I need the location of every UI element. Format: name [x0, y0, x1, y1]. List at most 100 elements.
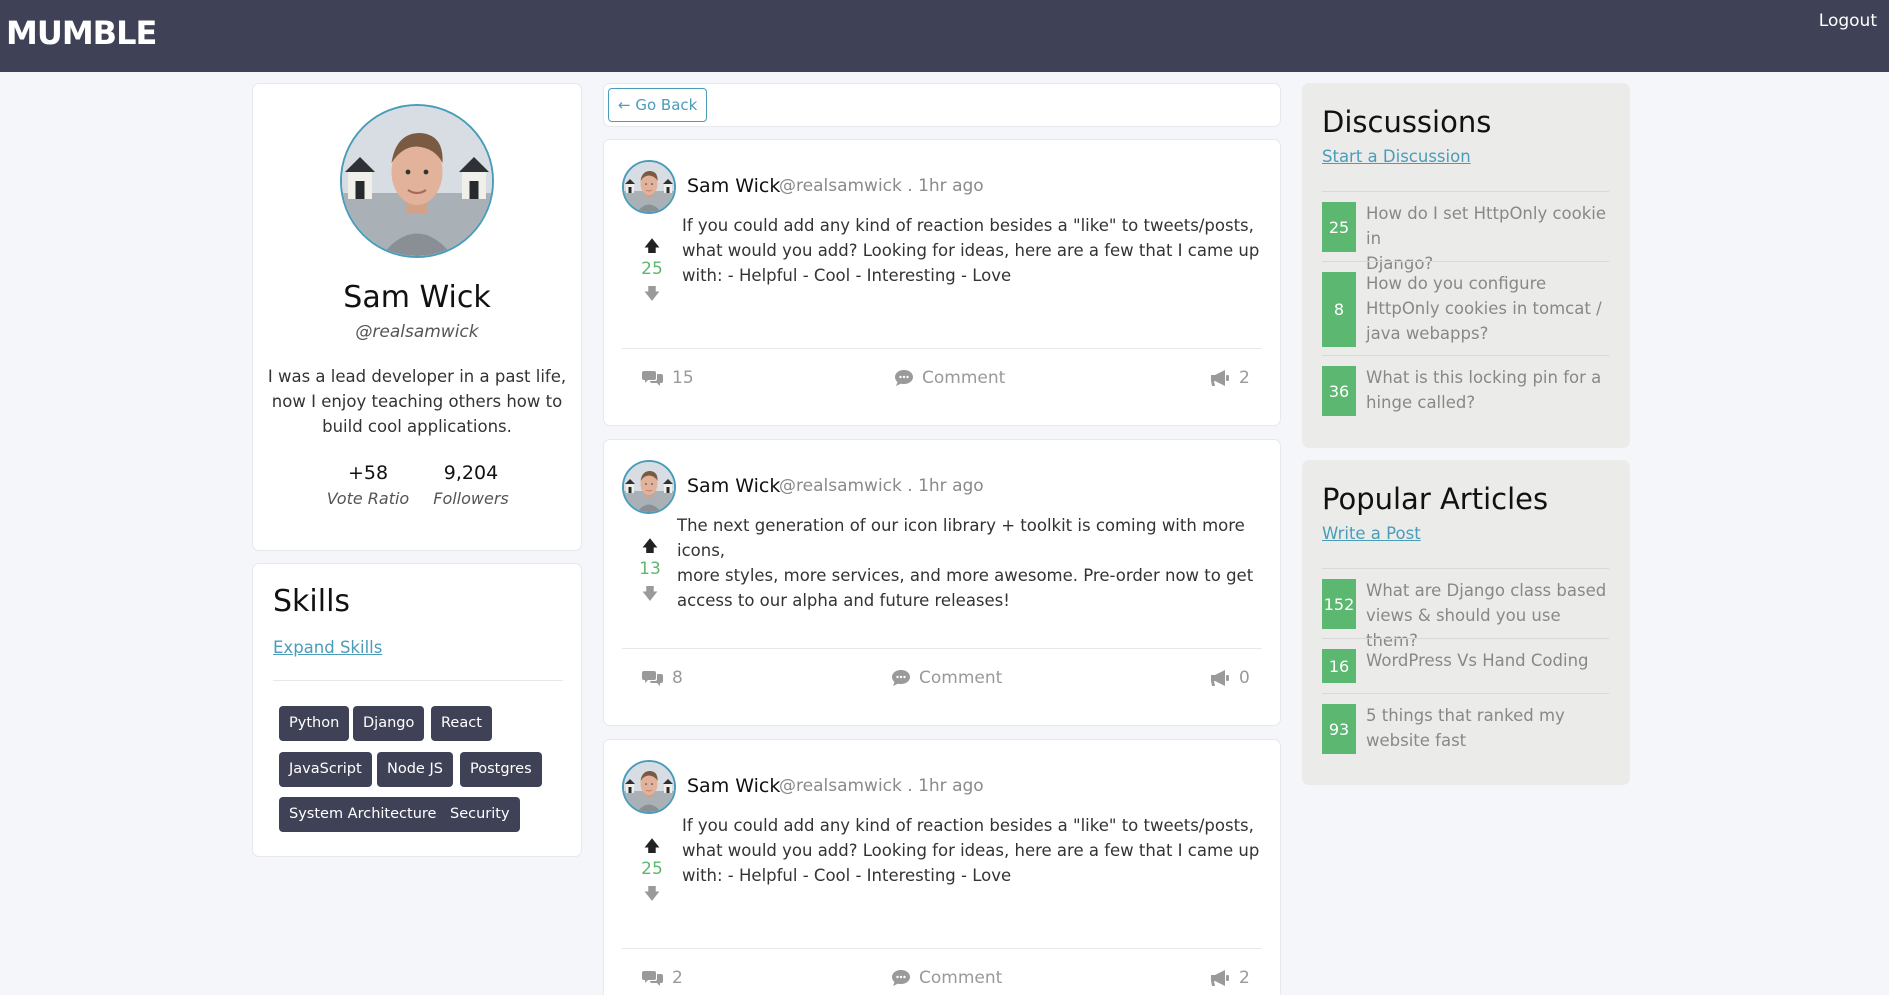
- post-body: If you could add any kind of reaction be…: [682, 813, 1262, 888]
- discussion-title: How do you configure HttpOnly cookies in…: [1366, 271, 1609, 346]
- skill-tag[interactable]: JavaScript: [279, 752, 372, 787]
- article-title-line: WordPress Vs Hand Coding: [1366, 651, 1589, 670]
- comments-count-button[interactable]: 15: [642, 368, 694, 388]
- comment-label: Comment: [919, 968, 1003, 988]
- post-body: If you could add any kind of reaction be…: [682, 213, 1262, 288]
- article-item[interactable]: 152 What are Django class based views & …: [1322, 568, 1609, 650]
- comment-button[interactable]: Comment: [894, 368, 1005, 388]
- downvote-icon[interactable]: 🡇: [642, 883, 662, 910]
- discussions-card: Discussions Start a Discussion 25 How do…: [1302, 83, 1630, 448]
- post-card: Sam Wick @realsamwick . 1hr ago 🡅 25 🡇 I…: [603, 739, 1281, 995]
- comments-count-button[interactable]: 8: [642, 668, 683, 688]
- profile-name: Sam Wick: [343, 280, 491, 315]
- skill-tag[interactable]: Security: [440, 797, 520, 832]
- followers-label: Followers: [433, 489, 509, 508]
- discussion-count: 25: [1322, 202, 1356, 252]
- post-author-name[interactable]: Sam Wick: [687, 475, 780, 497]
- brand-logo[interactable]: MUMBLE: [6, 14, 157, 52]
- skill-tag[interactable]: React: [431, 706, 492, 741]
- discussion-item[interactable]: 36 What is this locking pin for a hinge …: [1322, 355, 1609, 425]
- post-meta: @realsamwick . 1hr ago: [779, 776, 984, 796]
- downvote-icon[interactable]: 🡇: [642, 283, 662, 310]
- post-card: Sam Wick @realsamwick . 1hr ago 🡅 13 🡇 T…: [603, 439, 1281, 726]
- comment-label: Comment: [922, 368, 1006, 388]
- share-count: 2: [1239, 368, 1250, 388]
- post-meta: @realsamwick . 1hr ago: [779, 476, 984, 496]
- vote-ratio-label: Vote Ratio: [326, 489, 410, 508]
- write-post-link[interactable]: Write a Post: [1322, 524, 1421, 543]
- comments-count: 15: [672, 368, 694, 388]
- post-body-line: what would you add? Looking for ideas, h…: [682, 841, 1260, 860]
- comments-count: 8: [672, 668, 683, 688]
- share-count: 0: [1239, 668, 1250, 688]
- megaphone-icon: [1211, 970, 1229, 986]
- profile-handle: @realsamwick: [355, 322, 479, 342]
- comment-button[interactable]: Comment: [891, 668, 1002, 688]
- discussion-title-line: java webapps?: [1366, 324, 1489, 343]
- comments-icon: [642, 371, 663, 386]
- upvote-icon[interactable]: 🡅: [642, 235, 662, 262]
- post-author-name[interactable]: Sam Wick: [687, 775, 780, 797]
- comment-icon: [895, 370, 913, 386]
- logout-link[interactable]: Logout: [1819, 11, 1877, 31]
- article-title-line: website fast: [1366, 731, 1467, 750]
- expand-skills-link[interactable]: Expand Skills: [273, 638, 382, 657]
- upvote-icon[interactable]: 🡅: [640, 535, 660, 562]
- post-body-line: with: - Helpful - Cool - Interesting - L…: [682, 866, 1012, 885]
- vote-count: 13: [639, 559, 661, 579]
- post-divider: [622, 348, 1262, 349]
- megaphone-icon: [1211, 670, 1229, 686]
- post-body-line: If you could add any kind of reaction be…: [682, 816, 1254, 835]
- skill-tag[interactable]: Django: [353, 706, 425, 741]
- comment-button[interactable]: Comment: [891, 968, 1002, 988]
- skill-tag[interactable]: System Architecture: [279, 797, 447, 832]
- discussion-count: 36: [1322, 366, 1356, 416]
- skills-divider: [273, 680, 563, 681]
- popular-articles-title: Popular Articles: [1322, 482, 1549, 516]
- share-button[interactable]: 2: [1209, 368, 1250, 388]
- comments-icon: [642, 671, 663, 686]
- skill-tag[interactable]: Python: [279, 706, 350, 741]
- post-body-line: what would you add? Looking for ideas, h…: [682, 241, 1260, 260]
- go-back-button[interactable]: ← Go Back: [608, 88, 708, 122]
- start-discussion-link[interactable]: Start a Discussion: [1322, 147, 1471, 166]
- post-body-line: access to our alpha and future releases!: [677, 591, 1010, 610]
- go-back-bar: ← Go Back: [603, 83, 1281, 127]
- post-author-name[interactable]: Sam Wick: [687, 175, 780, 197]
- profile-bio-line-2: now I enjoy teaching others how to: [271, 392, 563, 411]
- skill-tag[interactable]: Node JS: [377, 752, 453, 787]
- post-avatar[interactable]: [622, 760, 676, 814]
- profile-card: Sam Wick @realsamwick I was a lead devel…: [252, 83, 582, 551]
- comments-count-button[interactable]: 2: [642, 968, 683, 988]
- profile-avatar: [340, 104, 494, 258]
- share-count: 2: [1239, 968, 1250, 988]
- post-avatar[interactable]: [622, 460, 676, 514]
- post-body-line: The next generation of our icon library …: [677, 516, 1245, 560]
- vote-count: 25: [641, 259, 663, 279]
- post-body-line: more styles, more services, and more awe…: [677, 566, 1254, 585]
- popular-articles-card: Popular Articles Write a Post 152 What a…: [1302, 460, 1630, 785]
- followers-value: 9,204: [443, 462, 499, 484]
- article-title-line: What are Django class based: [1366, 581, 1607, 600]
- share-button[interactable]: 2: [1209, 968, 1250, 988]
- article-item[interactable]: 16 WordPress Vs Hand Coding: [1322, 638, 1609, 693]
- discussions-title: Discussions: [1322, 105, 1492, 139]
- article-count: 93: [1322, 704, 1356, 754]
- vote-count: 25: [641, 859, 663, 879]
- discussion-title-line: How do I set HttpOnly cookie in: [1366, 204, 1607, 248]
- comment-icon: [892, 970, 910, 986]
- skill-tag[interactable]: Postgres: [460, 752, 542, 787]
- share-button[interactable]: 0: [1209, 668, 1250, 688]
- post-avatar[interactable]: [622, 160, 676, 214]
- discussion-item[interactable]: 25 How do I set HttpOnly cookie in Djang…: [1322, 191, 1609, 273]
- discussion-item[interactable]: 8 How do you configure HttpOnly cookies …: [1322, 261, 1609, 355]
- upvote-icon[interactable]: 🡅: [642, 835, 662, 862]
- comments-count: 2: [672, 968, 683, 988]
- vote-ratio-value: +58: [347, 462, 389, 484]
- discussion-title: What is this locking pin for a hinge cal…: [1366, 365, 1609, 415]
- downvote-icon[interactable]: 🡇: [640, 583, 660, 610]
- article-item[interactable]: 93 5 things that ranked my website fast: [1322, 693, 1609, 763]
- article-title: 5 things that ranked my website fast: [1366, 703, 1609, 753]
- comments-icon: [642, 971, 663, 986]
- discussion-count: 8: [1322, 272, 1356, 347]
